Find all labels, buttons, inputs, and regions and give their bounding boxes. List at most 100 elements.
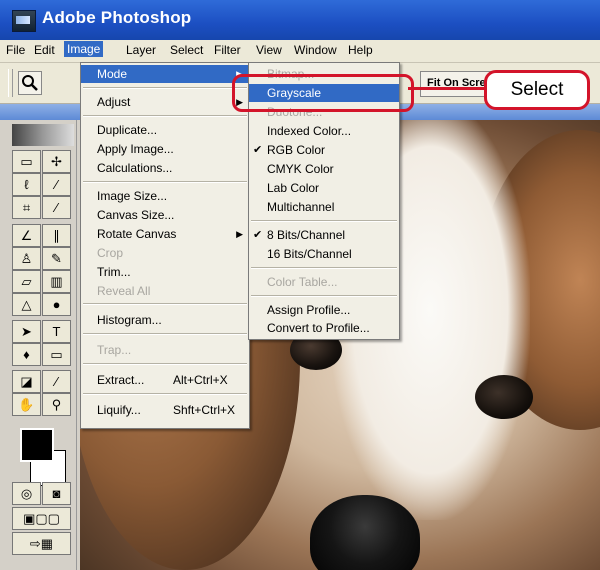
menu-item-label: Crop [97,246,124,260]
type-tool-icon[interactable]: T [42,320,71,343]
menu-separator [83,181,247,183]
clone-stamp-tool-icon[interactable]: ♙ [12,247,41,270]
menu-separator [83,303,247,305]
submenu-item-convert-to-profile[interactable]: Convert to Profile... [249,319,399,337]
quick-mask-mode-icon[interactable]: ◙ [42,482,71,505]
eraser-tool-icon[interactable]: ▱ [12,270,41,293]
blur-tool-icon[interactable]: △ [12,293,41,316]
menu-item-canvas-size[interactable]: Canvas Size... [81,206,249,224]
callout-highlight-ring [232,74,414,112]
path-selection-tool-icon[interactable]: ➤ [12,320,41,343]
lasso-tool-icon[interactable]: ℓ [12,173,41,196]
menu-item-label: Apply Image... [97,142,174,156]
submenu-item-indexed-color[interactable]: Indexed Color... [249,122,399,140]
gradient-tool-icon[interactable]: ▥ [42,270,71,293]
submenu-arrow-icon: ▶ [236,229,243,239]
submenu-item-8-bits[interactable]: ✔ 8 Bits/Channel [249,226,399,244]
slice-tool-icon[interactable]: ∕ [42,196,71,219]
menu-view[interactable]: View [256,43,282,57]
submenu-item-label: CMYK Color [267,162,334,176]
menu-item-label: Duplicate... [97,123,158,137]
jump-to-imageready-icon[interactable]: ⇨▦ [12,532,71,555]
submenu-item-lab-color[interactable]: Lab Color [249,179,399,197]
menu-item-duplicate[interactable]: Duplicate... [81,121,249,139]
puppy-right-eye [475,375,533,419]
menu-window[interactable]: Window [294,43,337,57]
notes-tool-icon[interactable]: ◪ [12,370,41,393]
color-swatches[interactable] [16,420,70,486]
menu-item-liquify[interactable]: Liquify... Shft+Ctrl+X [81,401,249,419]
menu-item-extract[interactable]: Extract... Alt+Ctrl+X [81,371,249,389]
menu-item-histogram[interactable]: Histogram... [81,311,249,329]
callout-label: Select [484,70,590,110]
options-bar-gripper[interactable] [8,69,13,97]
menu-item-mode[interactable]: Mode ▶ [81,65,249,83]
standard-mode-icon[interactable]: ◎ [12,482,41,505]
puppy-nose [310,495,420,570]
submenu-item-label: 16 Bits/Channel [267,247,352,261]
menu-edit[interactable]: Edit [34,43,55,57]
menu-separator [83,87,247,89]
menu-item-label: Extract... [97,373,145,387]
magic-wand-tool-icon[interactable]: ⁄ [42,173,71,196]
menu-item-trim[interactable]: Trim... [81,263,249,281]
image-menu-dropdown: Mode ▶ Adjust ▶ Duplicate... Apply Image… [80,62,250,429]
submenu-item-assign-profile[interactable]: Assign Profile... [249,301,399,319]
move-tool-icon[interactable]: ✢ [42,150,71,173]
menu-item-calculations[interactable]: Calculations... [81,159,249,177]
menu-item-label: Rotate Canvas [97,227,177,241]
menu-item-shortcut: Shft+Ctrl+X [173,403,236,417]
menu-separator [83,393,247,395]
screen-mode-icons[interactable]: ▣▢▢ [12,507,71,530]
submenu-item-label: Multichannel [267,200,335,214]
menu-item-rotate-canvas[interactable]: Rotate Canvas ▶ [81,225,249,243]
hand-tool-icon[interactable]: ✋ [12,393,41,416]
submenu-item-rgb-color[interactable]: ✔ RGB Color [249,141,399,159]
menu-file[interactable]: File [6,43,25,57]
menu-item-label: Liquify... [97,403,141,417]
menu-layer[interactable]: Layer [126,43,156,57]
pen-tool-icon[interactable]: ♦ [12,343,41,366]
zoom-tool-preset-button[interactable] [18,71,42,95]
toolbox-header [12,124,74,146]
magnifier-icon [22,75,38,91]
marquee-tool-icon[interactable]: ▭ [12,150,41,173]
menu-item-shortcut: Alt+Ctrl+X [173,373,228,387]
submenu-item-label: Assign Profile... [267,303,351,317]
menu-separator [83,115,247,117]
menu-image[interactable]: Image [64,41,104,57]
crop-tool-icon[interactable]: ⌗ [12,196,41,219]
menu-item-label: Trim... [97,265,131,279]
rectangle-tool-icon[interactable]: ▭ [42,343,71,366]
menu-filter[interactable]: Filter [214,43,241,57]
submenu-item-color-table[interactable]: Color Table... [249,273,399,291]
photoshop-app-icon [12,10,36,32]
history-brush-tool-icon[interactable]: ✎ [42,247,71,270]
menu-item-label: Mode [97,67,128,81]
menu-help[interactable]: Help [348,43,373,57]
submenu-item-16-bits[interactable]: 16 Bits/Channel [249,245,399,263]
menu-item-label: Reveal All [97,284,151,298]
menu-select[interactable]: Select [170,43,203,57]
submenu-item-multichannel[interactable]: Multichannel [249,198,399,216]
submenu-item-cmyk-color[interactable]: CMYK Color [249,160,399,178]
menu-item-crop[interactable]: Crop [81,244,249,262]
menu-item-trap[interactable]: Trap... [81,341,249,359]
callout-connector-line [408,87,486,90]
menu-item-reveal-all[interactable]: Reveal All [81,282,249,300]
zoom-tool-icon[interactable]: ⚲ [42,393,71,416]
menu-item-label: Adjust [97,95,131,109]
menu-item-adjust[interactable]: Adjust ▶ [81,93,249,111]
dodge-tool-icon[interactable]: ● [42,293,71,316]
brush-tool-icon[interactable]: ∥ [42,224,71,247]
eyedropper-tool-icon[interactable]: ⁄ [42,370,71,393]
healing-brush-tool-icon[interactable]: ∠ [12,224,41,247]
fit-on-screen-button[interactable]: Fit On Scre [420,71,492,97]
menu-item-label: Calculations... [97,161,173,175]
submenu-item-label: Color Table... [267,275,338,289]
menu-separator [83,363,247,365]
menu-item-label: Histogram... [97,313,162,327]
menu-item-apply-image[interactable]: Apply Image... [81,140,249,158]
menu-item-image-size[interactable]: Image Size... [81,187,249,205]
foreground-color-swatch[interactable] [20,428,54,462]
